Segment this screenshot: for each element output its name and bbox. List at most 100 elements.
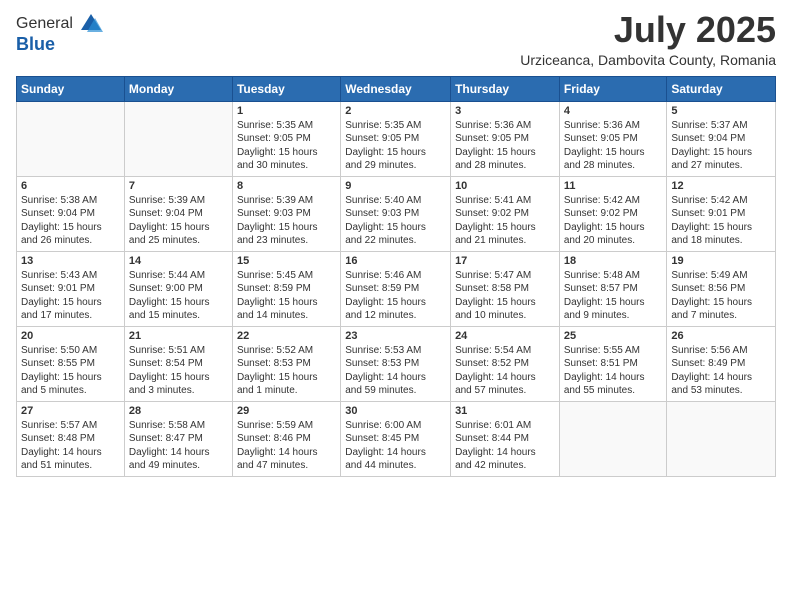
calendar-cell: 19Sunrise: 5:49 AM Sunset: 8:56 PM Dayli… xyxy=(667,251,776,326)
calendar-cell xyxy=(17,101,125,176)
day-info: Sunrise: 5:40 AM Sunset: 9:03 PM Dayligh… xyxy=(345,194,446,248)
day-number: 19 xyxy=(671,255,771,267)
day-info: Sunrise: 5:35 AM Sunset: 9:05 PM Dayligh… xyxy=(345,119,446,173)
calendar-cell: 6 Sunrise: 5:38 AM Sunset: 9:04 PM Daylig… xyxy=(17,176,125,251)
title-block: July 2025 Urziceanca, Dambovita County, … xyxy=(520,10,776,68)
logo-general-text: General xyxy=(16,15,73,33)
calendar-cell: 9 Sunrise: 5:40 AM Sunset: 9:03 PM Daylig… xyxy=(341,176,451,251)
day-info: Sunrise: 5:45 AM Sunset: 8:59 PM Dayligh… xyxy=(237,269,336,323)
day-info: Sunrise: 5:53 AM Sunset: 8:53 PM Dayligh… xyxy=(345,344,446,398)
calendar-cell: 31 Sunrise: 6:01 AM Sunset: 8:44 PM Dayli… xyxy=(451,401,560,476)
day-info: Sunrise: 5:50 AM Sunset: 8:55 PM Dayligh… xyxy=(21,344,120,398)
day-info: Sunrise: 5:36 AM Sunset: 9:05 PM Dayligh… xyxy=(455,119,555,173)
calendar-cell: 3 Sunrise: 5:36 AM Sunset: 9:05 PM Daylig… xyxy=(451,101,560,176)
calendar-cell: 27 Sunrise: 5:57 AM Sunset: 8:48 PM Dayli… xyxy=(17,401,125,476)
weekday-header: Sunday xyxy=(17,76,125,101)
calendar-cell: 10Sunrise: 5:41 AM Sunset: 9:02 PM Dayli… xyxy=(451,176,560,251)
calendar-week-row: 13 Sunrise: 5:43 AM Sunset: 9:01 PM Dayli… xyxy=(17,251,776,326)
day-number: 15 xyxy=(237,255,336,267)
day-number: 1 xyxy=(237,105,336,117)
calendar-week-row: 6 Sunrise: 5:38 AM Sunset: 9:04 PM Daylig… xyxy=(17,176,776,251)
day-info: Sunrise: 5:38 AM Sunset: 9:04 PM Dayligh… xyxy=(21,194,120,248)
day-info: Sunrise: 6:00 AM Sunset: 8:45 PM Dayligh… xyxy=(345,419,446,473)
month-title: July 2025 xyxy=(520,10,776,50)
calendar-cell: 14 Sunrise: 5:44 AM Sunset: 9:00 PM Dayli… xyxy=(124,251,232,326)
day-number: 14 xyxy=(129,255,228,267)
calendar-cell: 8 Sunrise: 5:39 AM Sunset: 9:03 PM Daylig… xyxy=(232,176,340,251)
weekday-header: Thursday xyxy=(451,76,560,101)
calendar-cell: 29 Sunrise: 5:59 AM Sunset: 8:46 PM Dayli… xyxy=(232,401,340,476)
day-info: Sunrise: 5:41 AM Sunset: 9:02 PM Dayligh… xyxy=(455,194,555,248)
calendar-cell: 22Sunrise: 5:52 AM Sunset: 8:53 PM Dayli… xyxy=(232,326,340,401)
day-info: Sunrise: 5:48 AM Sunset: 8:57 PM Dayligh… xyxy=(564,269,663,323)
day-info: Sunrise: 5:59 AM Sunset: 8:46 PM Dayligh… xyxy=(237,419,336,473)
day-info: Sunrise: 5:46 AM Sunset: 8:59 PM Dayligh… xyxy=(345,269,446,323)
location-title: Urziceanca, Dambovita County, Romania xyxy=(520,52,776,68)
calendar-cell: 24Sunrise: 5:54 AM Sunset: 8:52 PM Dayli… xyxy=(451,326,560,401)
calendar-cell: 20 Sunrise: 5:50 AM Sunset: 8:55 PM Dayli… xyxy=(17,326,125,401)
day-info: Sunrise: 5:58 AM Sunset: 8:47 PM Dayligh… xyxy=(129,419,228,473)
weekday-header-row: SundayMondayTuesdayWednesdayThursdayFrid… xyxy=(17,76,776,101)
weekday-header: Wednesday xyxy=(341,76,451,101)
logo-icon xyxy=(77,10,105,38)
day-info: Sunrise: 5:39 AM Sunset: 9:03 PM Dayligh… xyxy=(237,194,336,248)
calendar-cell: 21 Sunrise: 5:51 AM Sunset: 8:54 PM Dayli… xyxy=(124,326,232,401)
page: General Blue July 2025 Urziceanca, Dambo… xyxy=(0,0,792,612)
day-info: Sunrise: 5:57 AM Sunset: 8:48 PM Dayligh… xyxy=(21,419,120,473)
day-number: 27 xyxy=(21,405,120,417)
day-info: Sunrise: 5:47 AM Sunset: 8:58 PM Dayligh… xyxy=(455,269,555,323)
logo: General Blue xyxy=(16,10,105,55)
day-info: Sunrise: 5:35 AM Sunset: 9:05 PM Dayligh… xyxy=(237,119,336,173)
day-number: 17 xyxy=(455,255,555,267)
day-number: 31 xyxy=(455,405,555,417)
day-number: 26 xyxy=(671,330,771,342)
calendar-cell: 4 Sunrise: 5:36 AM Sunset: 9:05 PM Daylig… xyxy=(559,101,667,176)
day-number: 7 xyxy=(129,180,228,192)
calendar-cell: 17 Sunrise: 5:47 AM Sunset: 8:58 PM Dayli… xyxy=(451,251,560,326)
calendar-cell: 30 Sunrise: 6:00 AM Sunset: 8:45 PM Dayli… xyxy=(341,401,451,476)
calendar-cell: 26Sunrise: 5:56 AM Sunset: 8:49 PM Dayli… xyxy=(667,326,776,401)
day-info: Sunrise: 5:44 AM Sunset: 9:00 PM Dayligh… xyxy=(129,269,228,323)
calendar-week-row: 1 Sunrise: 5:35 AM Sunset: 9:05 PM Daylig… xyxy=(17,101,776,176)
day-number: 22 xyxy=(237,330,336,342)
day-number: 3 xyxy=(455,105,555,117)
day-number: 4 xyxy=(564,105,663,117)
day-number: 16 xyxy=(345,255,446,267)
day-info: Sunrise: 5:37 AM Sunset: 9:04 PM Dayligh… xyxy=(671,119,771,173)
day-info: Sunrise: 6:01 AM Sunset: 8:44 PM Dayligh… xyxy=(455,419,555,473)
day-info: Sunrise: 5:39 AM Sunset: 9:04 PM Dayligh… xyxy=(129,194,228,248)
day-info: Sunrise: 5:54 AM Sunset: 8:52 PM Dayligh… xyxy=(455,344,555,398)
day-number: 9 xyxy=(345,180,446,192)
day-number: 28 xyxy=(129,405,228,417)
day-number: 29 xyxy=(237,405,336,417)
weekday-header: Friday xyxy=(559,76,667,101)
day-number: 20 xyxy=(21,330,120,342)
calendar-cell: 28 Sunrise: 5:58 AM Sunset: 8:47 PM Dayli… xyxy=(124,401,232,476)
calendar-cell xyxy=(667,401,776,476)
calendar-cell: 2 Sunrise: 5:35 AM Sunset: 9:05 PM Daylig… xyxy=(341,101,451,176)
weekday-header: Monday xyxy=(124,76,232,101)
day-number: 30 xyxy=(345,405,446,417)
day-number: 21 xyxy=(129,330,228,342)
header: General Blue July 2025 Urziceanca, Dambo… xyxy=(16,10,776,68)
calendar-cell: 25 Sunrise: 5:55 AM Sunset: 8:51 PM Dayli… xyxy=(559,326,667,401)
day-info: Sunrise: 5:42 AM Sunset: 9:01 PM Dayligh… xyxy=(671,194,771,248)
calendar-cell: 5 Sunrise: 5:37 AM Sunset: 9:04 PM Daylig… xyxy=(667,101,776,176)
day-number: 11 xyxy=(564,180,663,192)
calendar-cell: 16 Sunrise: 5:46 AM Sunset: 8:59 PM Dayli… xyxy=(341,251,451,326)
day-info: Sunrise: 5:51 AM Sunset: 8:54 PM Dayligh… xyxy=(129,344,228,398)
day-number: 13 xyxy=(21,255,120,267)
day-number: 2 xyxy=(345,105,446,117)
day-info: Sunrise: 5:55 AM Sunset: 8:51 PM Dayligh… xyxy=(564,344,663,398)
calendar-cell: 13 Sunrise: 5:43 AM Sunset: 9:01 PM Dayli… xyxy=(17,251,125,326)
calendar: SundayMondayTuesdayWednesdayThursdayFrid… xyxy=(16,76,776,477)
day-number: 25 xyxy=(564,330,663,342)
day-info: Sunrise: 5:43 AM Sunset: 9:01 PM Dayligh… xyxy=(21,269,120,323)
day-number: 5 xyxy=(671,105,771,117)
day-info: Sunrise: 5:36 AM Sunset: 9:05 PM Dayligh… xyxy=(564,119,663,173)
day-number: 8 xyxy=(237,180,336,192)
calendar-week-row: 20 Sunrise: 5:50 AM Sunset: 8:55 PM Dayli… xyxy=(17,326,776,401)
day-number: 6 xyxy=(21,180,120,192)
calendar-cell: 11Sunrise: 5:42 AM Sunset: 9:02 PM Dayli… xyxy=(559,176,667,251)
calendar-cell: 7 Sunrise: 5:39 AM Sunset: 9:04 PM Daylig… xyxy=(124,176,232,251)
